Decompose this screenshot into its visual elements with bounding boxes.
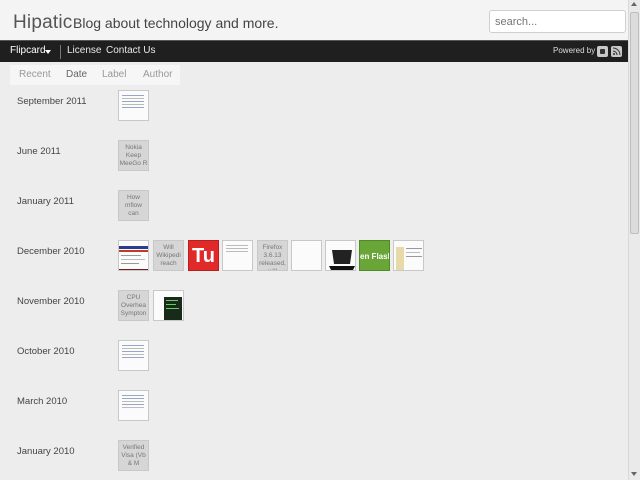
- scroll-down-arrow-icon[interactable]: [631, 472, 637, 476]
- youtube-logo: Tu: [192, 245, 215, 267]
- post-thumbnail[interactable]: [153, 290, 184, 321]
- thumbnail-title: Firefox 3.6.13 released, will: [259, 244, 286, 270]
- screenshot-image: [396, 247, 422, 270]
- thumbnail-title: CPU Overhea Sympton: [120, 294, 147, 317]
- post-thumbnail[interactable]: [118, 390, 149, 421]
- post-thumbnail[interactable]: [325, 240, 356, 271]
- post-thumbnail[interactable]: How mflow can: [118, 190, 149, 221]
- site-title[interactable]: Hipatic: [13, 12, 72, 34]
- post-thumbnail[interactable]: [118, 90, 149, 121]
- tab-label[interactable]: Label: [102, 69, 126, 80]
- vertical-scrollbar[interactable]: [628, 0, 640, 480]
- flipcard-menu[interactable]: Flipcard: [10, 45, 46, 56]
- flash-logo-text: en Flash: [360, 252, 390, 261]
- post-thumbnail[interactable]: Will Wikipedi reach: [153, 240, 184, 271]
- nav-link-license[interactable]: License: [67, 45, 101, 56]
- thumbnail-title: How mflow can: [125, 194, 142, 217]
- tab-date[interactable]: Date: [66, 69, 87, 80]
- month-label: March 2010: [17, 396, 68, 407]
- screenshot-image: [119, 246, 148, 270]
- site-description: Blog about technology and more.: [73, 15, 279, 31]
- month-label: September 2011: [17, 96, 87, 107]
- rss-icon[interactable]: [611, 46, 622, 57]
- nav-divider: [60, 45, 61, 59]
- month-label: January 2010: [17, 446, 75, 457]
- view-tabs: Recent Date Label Author: [10, 65, 180, 85]
- post-thumbnail[interactable]: [118, 340, 149, 371]
- screenshot-image: [164, 297, 182, 320]
- post-thumbnail[interactable]: CPU Overhea Sympton: [118, 290, 149, 321]
- month-label: December 2010: [17, 246, 85, 257]
- post-thumbnail[interactable]: [393, 240, 424, 271]
- thumbnail-title: Nokia Keep MeeGo R: [119, 144, 148, 167]
- thumbnail-title: Will Wikipedi reach: [156, 244, 181, 267]
- powered-by-label: Powered by: [553, 46, 596, 55]
- tab-recent[interactable]: Recent: [19, 69, 51, 80]
- scrollbar-thumb[interactable]: [630, 12, 639, 234]
- blogger-icon[interactable]: [597, 46, 608, 57]
- month-label: October 2010: [17, 346, 75, 357]
- thumbnail-title: Verified Visa (Vb & M: [121, 444, 146, 467]
- tab-author[interactable]: Author: [143, 69, 172, 80]
- nav-bar: Flipcard License Contact Us Powered by: [0, 40, 628, 62]
- scroll-up-arrow-icon[interactable]: [631, 2, 637, 6]
- site-header: Hipatic Blog about technology and more.: [0, 0, 628, 40]
- post-thumbnail[interactable]: en Flash: [359, 240, 390, 271]
- chevron-down-icon[interactable]: [45, 50, 51, 54]
- month-label: January 2011: [17, 196, 74, 207]
- search-input[interactable]: [489, 10, 626, 33]
- post-thumbnail[interactable]: [222, 240, 253, 271]
- post-thumbnail[interactable]: Verified Visa (Vb & M: [118, 440, 149, 471]
- post-thumbnail[interactable]: [118, 240, 149, 271]
- post-thumbnail[interactable]: [291, 240, 322, 271]
- laptop-image: [329, 250, 355, 270]
- month-label: June 2011: [17, 146, 61, 157]
- post-thumbnail[interactable]: Tu: [188, 240, 219, 271]
- post-thumbnail[interactable]: Nokia Keep MeeGo R: [118, 140, 149, 171]
- month-label: November 2010: [17, 296, 85, 307]
- post-thumbnail[interactable]: Firefox 3.6.13 released, will: [257, 240, 288, 271]
- nav-link-contact[interactable]: Contact Us: [106, 45, 155, 56]
